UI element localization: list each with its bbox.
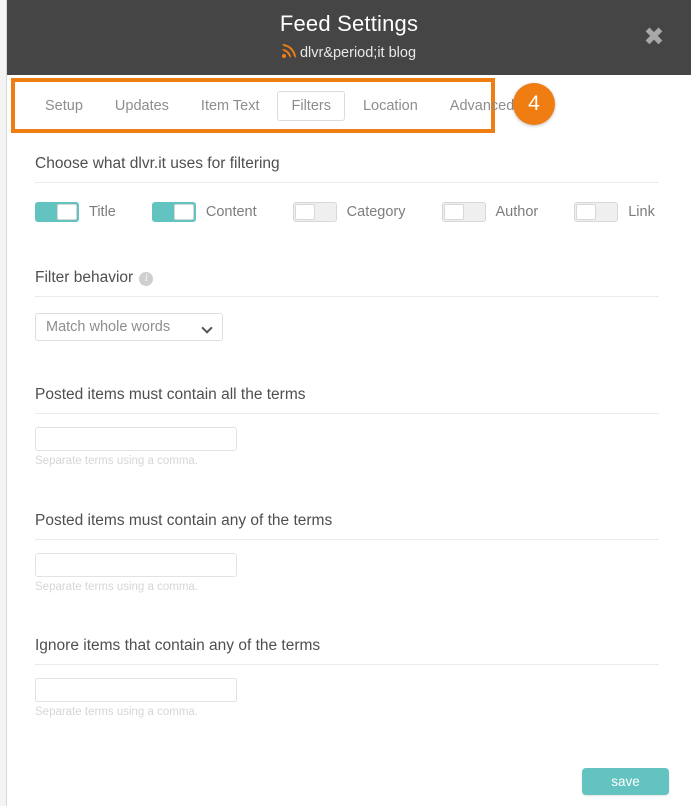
filter-sources-toggles: Title Content Category Author Link [35, 202, 659, 222]
contain-any-title: Posted items must contain any of the ter… [35, 512, 333, 529]
contain-any-hint: Separate terms using a comma. [35, 581, 198, 593]
feed-subtitle-row: dlvr&period;it blog [7, 44, 691, 61]
toggle-content-label: Content [205, 204, 257, 220]
contain-all-hint: Separate terms using a comma. [35, 455, 198, 467]
toggle-author[interactable]: Author [441, 202, 539, 222]
toggle-title-label: Title [89, 204, 116, 220]
contain-any-input[interactable] [35, 553, 237, 577]
filter-behavior-title-row: Filter behavior i [35, 269, 659, 287]
contain-all-section: Posted items must contain all the terms … [35, 386, 659, 467]
toggle-title[interactable]: Title [35, 202, 116, 222]
toggle-category[interactable]: Category [292, 202, 406, 222]
info-icon[interactable]: i [139, 272, 154, 286]
toggle-category-label: Category [346, 204, 406, 220]
divider [35, 413, 659, 414]
toggle-author-switch[interactable] [441, 202, 486, 222]
divider [35, 539, 659, 540]
ignore-any-input[interactable] [35, 678, 237, 702]
filter-behavior-title: Filter behavior [35, 269, 134, 286]
toggle-content[interactable]: Content [151, 202, 257, 222]
tabs-highlight-annotation: Setup Updates Item Text Filters Location… [11, 78, 514, 133]
contain-all-title: Posted items must contain all the terms [35, 386, 306, 403]
background-page-strip [0, 0, 7, 806]
tab-filters[interactable]: Filters [277, 90, 345, 121]
chevron-down-icon [201, 322, 213, 334]
tab-setup[interactable]: Setup [31, 91, 97, 121]
tab-bar: Setup Updates Item Text Filters Location… [15, 82, 514, 129]
divider [35, 296, 659, 297]
filter-behavior-select-value: Match whole words [46, 319, 171, 335]
rss-icon [281, 44, 296, 58]
tab-item-text[interactable]: Item Text [187, 91, 274, 121]
toggle-link-label: Link [628, 204, 655, 220]
filter-sources-section: Choose what dlvr.it uses for filtering T… [35, 155, 659, 222]
ignore-any-section: Ignore items that contain any of the ter… [35, 637, 659, 718]
tab-updates[interactable]: Updates [101, 91, 183, 121]
step-badge: 4 [513, 83, 555, 125]
tab-location[interactable]: Location [349, 91, 432, 121]
modal-header: Feed Settings dlvr&period;it blog ✖ [7, 0, 691, 75]
ignore-any-title: Ignore items that contain any of the ter… [35, 637, 321, 654]
filter-behavior-select[interactable]: Match whole words [35, 313, 223, 341]
toggle-category-switch[interactable] [292, 202, 337, 222]
filter-sources-title: Choose what dlvr.it uses for filtering [35, 155, 280, 172]
divider [35, 664, 659, 665]
contain-any-section: Posted items must contain any of the ter… [35, 512, 659, 593]
divider [35, 182, 659, 183]
filter-behavior-section: Filter behavior i Match whole words [35, 269, 659, 341]
close-icon[interactable]: ✖ [640, 23, 668, 51]
contain-all-input[interactable] [35, 427, 237, 451]
ignore-any-hint: Separate terms using a comma. [35, 706, 198, 718]
save-button[interactable]: save [582, 768, 669, 795]
feed-name: dlvr&period;it blog [299, 45, 417, 61]
feed-settings-modal: Feed Settings dlvr&period;it blog ✖ Setu… [0, 0, 691, 806]
modal-body: Setup Updates Item Text Filters Location… [7, 75, 691, 806]
toggle-title-switch[interactable] [35, 202, 79, 222]
toggle-author-label: Author [495, 204, 539, 220]
toggle-link-switch[interactable] [574, 202, 619, 222]
toggle-link[interactable]: Link [574, 202, 655, 222]
toggle-content-switch[interactable] [151, 202, 196, 222]
page-title: Feed Settings [279, 11, 419, 36]
